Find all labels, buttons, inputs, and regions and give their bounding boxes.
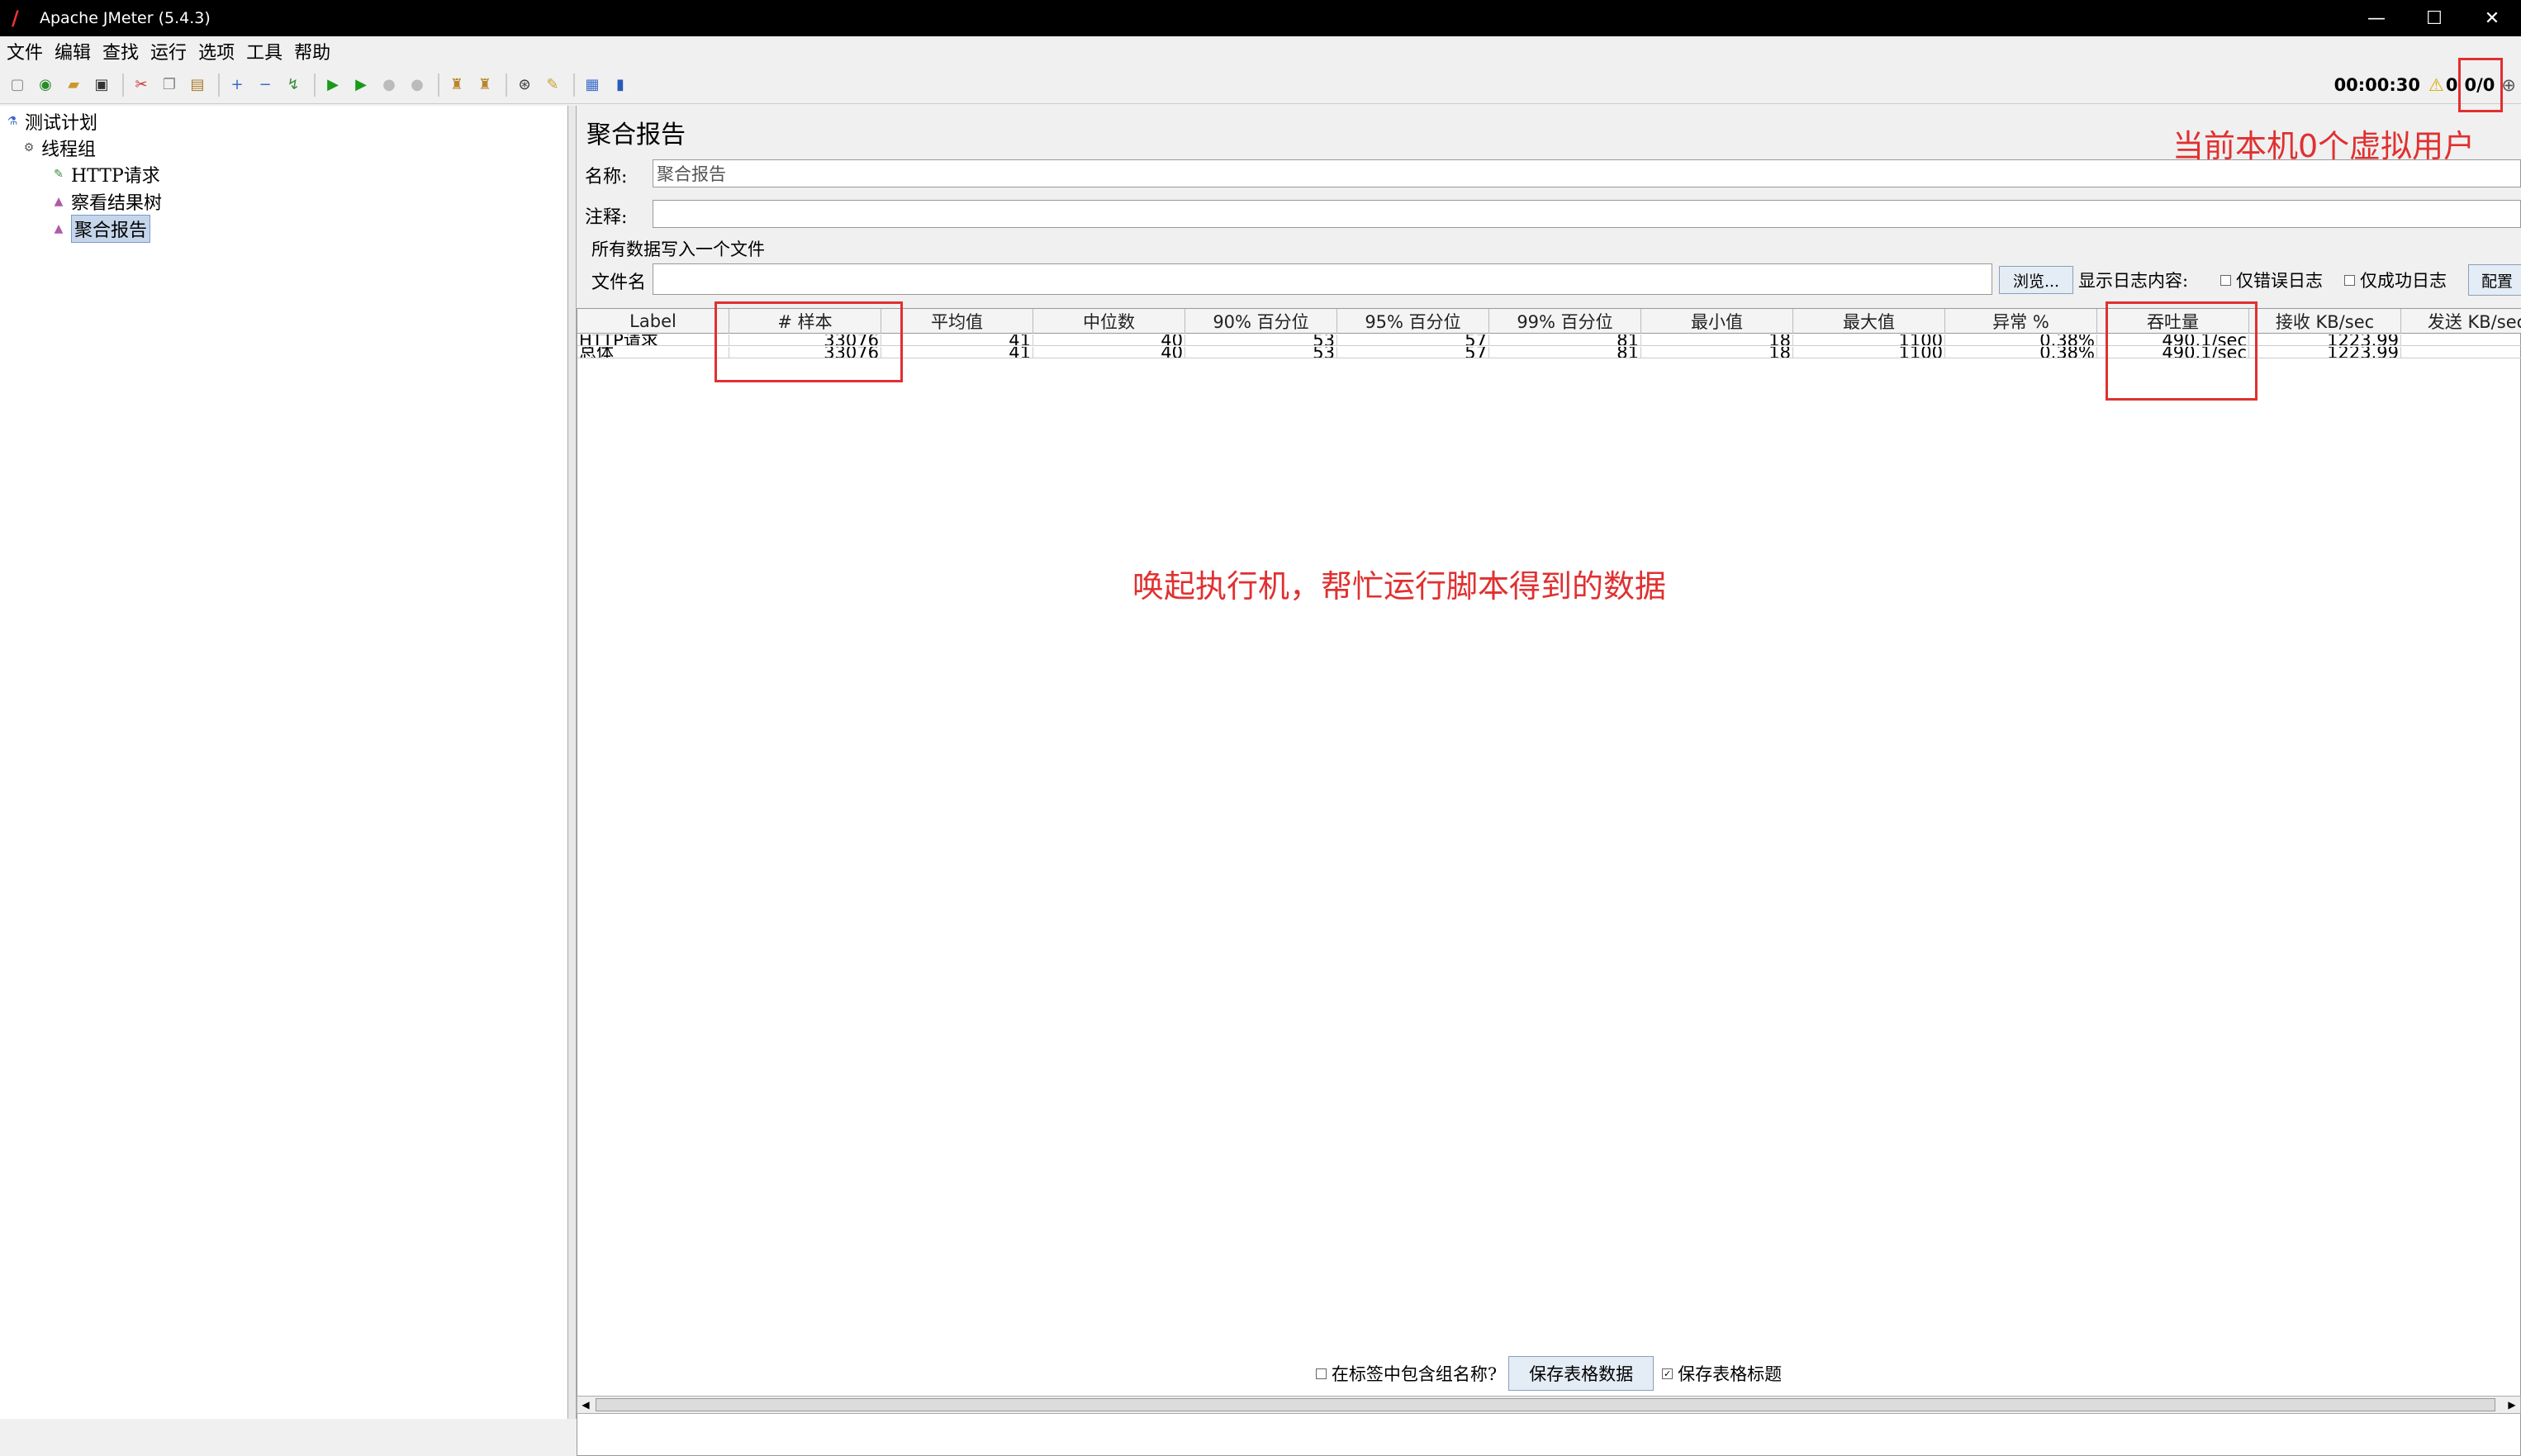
save-table-button[interactable]: 保存表格数据 <box>1508 1356 1655 1391</box>
menu-run[interactable]: 运行 <box>150 38 187 64</box>
save-header-checkbox[interactable]: ✓ 保存表格标题 <box>1662 1361 1782 1386</box>
stop-icon[interactable]: ● <box>377 73 401 97</box>
file-label: 文件名 <box>591 273 647 293</box>
cut-icon[interactable]: ✂ <box>129 73 154 97</box>
start-icon[interactable]: ▶ <box>320 73 345 97</box>
menu-help[interactable]: 帮助 <box>294 38 330 64</box>
test-plan-tree: ⚗ 测试计划 ⚙ 线程组 ✎ HTTP请求 ▲ 察看结果树 ▲ 聚合报告 <box>0 106 568 1419</box>
scroll-thumb[interactable] <box>596 1398 2495 1411</box>
menu-tools[interactable]: 工具 <box>246 38 282 64</box>
col-label[interactable]: Label <box>577 309 729 334</box>
remote-icon[interactable]: ⊕ <box>2501 75 2516 95</box>
search-icon[interactable]: ⊛ <box>512 73 537 97</box>
close-button[interactable]: ✕ <box>2463 0 2521 36</box>
warning-icon[interactable]: ⚠ <box>2428 75 2444 95</box>
gear-icon: ⚙ <box>23 141 35 154</box>
title-bar: / Apache JMeter (5.4.3) — ☐ ✕ <box>0 0 2521 36</box>
errors-only-checkbox[interactable]: 仅错误日志 <box>2220 268 2323 292</box>
name-label: 名称: <box>585 167 628 187</box>
col-average[interactable]: 平均值 <box>881 309 1033 334</box>
tree-item-view-results-tree[interactable]: ▲ 察看结果树 <box>51 189 162 214</box>
col-p90[interactable]: 90% 百分位 <box>1185 309 1337 334</box>
clear-all-icon[interactable]: ♜ <box>472 73 497 97</box>
annotation-virtual-users-text: 当前本机0个虚拟用户 <box>2172 128 2476 164</box>
tree-item-http-request[interactable]: ✎ HTTP请求 <box>51 162 160 187</box>
elapsed-timer: 00:00:30 <box>2333 75 2421 95</box>
menu-edit[interactable]: 编辑 <box>55 38 91 64</box>
copy-icon[interactable]: ❐ <box>157 73 182 97</box>
flask-icon: ⚗ <box>7 115 18 128</box>
col-p99[interactable]: 99% 百分位 <box>1489 309 1641 334</box>
clear-icon[interactable]: ♜ <box>444 73 469 97</box>
warning-count[interactable]: 0 <box>2446 75 2458 95</box>
include-group-checkbox[interactable]: 在标签中包含组名称? <box>1315 1361 1497 1386</box>
annotation-box-threads <box>2458 58 2503 112</box>
configure-button[interactable]: 配置 <box>2468 264 2521 296</box>
bottom-bar: 在标签中包含组名称? 保存表格数据 ✓ 保存表格标题 <box>577 1353 2521 1394</box>
page-title: 聚合报告 <box>586 121 686 149</box>
col-min[interactable]: 最小值 <box>1641 309 1793 334</box>
tree-item-thread-group[interactable]: ⚙ 线程组 <box>21 135 96 160</box>
horizontal-scrollbar[interactable]: ◀ ▶ <box>577 1396 2521 1414</box>
file-section-title: 所有数据写入一个文件 <box>591 240 765 259</box>
success-only-checkbox[interactable]: 仅成功日志 <box>2344 268 2447 292</box>
menu-bar: 文件 编辑 查找 运行 选项 工具 帮助 <box>0 36 2521 66</box>
open-icon[interactable]: ▰ <box>61 73 86 97</box>
chart-icon: ▲ <box>54 195 64 208</box>
save-icon[interactable]: ▣ <box>89 73 114 97</box>
scroll-left-icon[interactable]: ◀ <box>577 1397 594 1413</box>
reset-search-icon[interactable]: ✎ <box>540 73 565 97</box>
comment-label: 注释: <box>585 207 628 228</box>
log-content-label: 显示日志内容: <box>2078 271 2189 291</box>
aggregate-results-table[interactable]: Label # 样本 平均值 中位数 90% 百分位 95% 百分位 99% 百… <box>577 308 2521 1456</box>
col-sent[interactable]: 发送 KB/sec <box>2401 309 2521 334</box>
minimize-button[interactable]: — <box>2348 0 2405 36</box>
paste-icon[interactable]: ▤ <box>185 73 210 97</box>
toggle-icon[interactable]: ↯ <box>281 73 306 97</box>
templates-icon[interactable]: ◉ <box>33 73 58 97</box>
new-icon[interactable]: ▢ <box>5 73 30 97</box>
splitter[interactable] <box>568 106 577 1419</box>
file-field[interactable] <box>653 263 1992 295</box>
browse-button[interactable]: 浏览... <box>1999 266 2073 294</box>
chart-icon: ▲ <box>54 222 64 235</box>
col-received[interactable]: 接收 KB/sec <box>2249 309 2401 334</box>
shutdown-icon[interactable]: ● <box>405 73 430 97</box>
comment-field[interactable] <box>653 200 2521 228</box>
toolbar: ▢ ◉ ▰ ▣ ✂ ❐ ▤ + − ↯ ▶ ▶ ● ● ♜ ♜ ⊛ ✎ ▦ ▮ … <box>0 66 2521 104</box>
function-helper-icon[interactable]: ▦ <box>580 73 605 97</box>
help-icon[interactable]: ▮ <box>608 73 633 97</box>
col-p95[interactable]: 95% 百分位 <box>1337 309 1489 334</box>
annotation-box-samples <box>715 301 903 382</box>
menu-options[interactable]: 选项 <box>198 38 235 64</box>
start-no-pause-icon[interactable]: ▶ <box>349 73 373 97</box>
jmeter-logo-icon: / <box>12 7 19 30</box>
annotation-executor-text: 唤起执行机，帮忙运行脚本得到的数据 <box>1132 568 1667 605</box>
collapse-icon[interactable]: − <box>253 73 278 97</box>
expand-icon[interactable]: + <box>225 73 249 97</box>
col-error[interactable]: 异常 % <box>1945 309 2097 334</box>
annotation-box-throughput <box>2106 301 2258 401</box>
col-median[interactable]: 中位数 <box>1033 309 1185 334</box>
scroll-right-icon[interactable]: ▶ <box>2504 1397 2520 1413</box>
menu-file[interactable]: 文件 <box>7 38 43 64</box>
col-max[interactable]: 最大值 <box>1793 309 1945 334</box>
window-title: Apache JMeter (5.4.3) <box>40 9 211 27</box>
pen-icon: ✎ <box>54 168 64 181</box>
maximize-button[interactable]: ☐ <box>2405 0 2463 36</box>
tree-item-test-plan[interactable]: ⚗ 测试计划 <box>5 109 97 134</box>
tree-item-aggregate-report[interactable]: ▲ 聚合报告 <box>51 215 151 243</box>
menu-search[interactable]: 查找 <box>102 38 139 64</box>
